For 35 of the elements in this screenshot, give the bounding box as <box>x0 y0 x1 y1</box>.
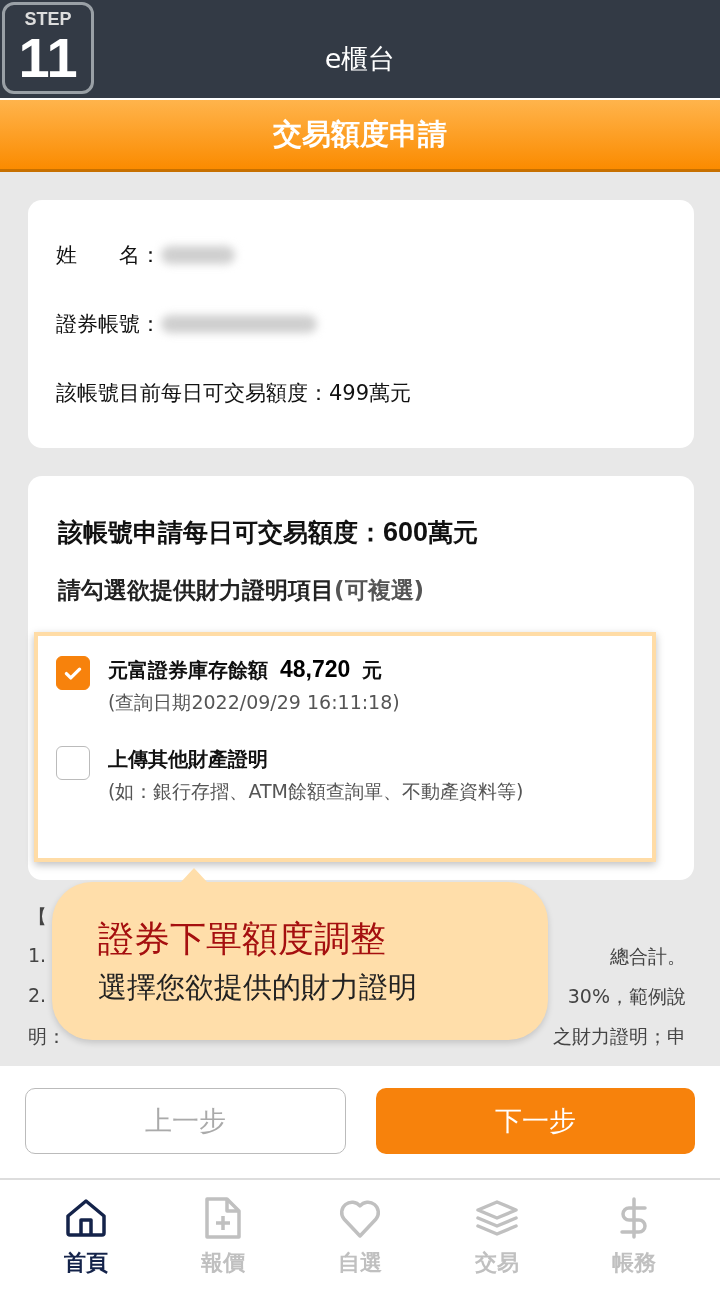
field-label: 證券帳號： <box>56 311 161 338</box>
callout-subtitle: 選擇您欲提供的財力證明 <box>98 968 418 1006</box>
nav-tab[interactable]: 自選 <box>310 1196 410 1300</box>
callout-title: 證券下單額度調整 <box>98 916 387 961</box>
amount-unit: 元 <box>362 657 383 684</box>
back-button[interactable]: 上一步 <box>25 1088 346 1154</box>
field-label: 姓 名： <box>56 241 161 269</box>
option-note: (查詢日期2022/09/29 16:11:18) <box>108 690 400 715</box>
checkbox[interactable] <box>56 656 90 690</box>
option-note: (如：銀行存摺、ATM餘額查詢單、不動產資料等) <box>108 779 524 804</box>
option-label: 上傳其他財產證明 <box>108 746 268 773</box>
step-number: 11 <box>18 30 78 86</box>
nav-tab[interactable]: 帳務 <box>583 1196 684 1300</box>
amount-value: 48,720 <box>280 656 351 683</box>
home-icon <box>64 1196 109 1240</box>
nav-tab[interactable]: 報價 <box>173 1196 274 1300</box>
checkbox[interactable] <box>56 746 90 780</box>
note-text: 1. <box>28 944 47 968</box>
note-text: 之財力證明；申 <box>553 1024 686 1049</box>
field-label: 該帳號目前每日可交易額度：499萬元 <box>56 380 412 408</box>
prompt-hint: (可複選) <box>334 577 425 603</box>
limit-text: 該帳號申請每日可交易額度：600萬元 <box>57 516 480 549</box>
note-text: 明： <box>28 1024 66 1049</box>
next-button[interactable]: 下一步 <box>376 1088 695 1154</box>
nav-tab[interactable]: 首頁 <box>36 1196 137 1300</box>
app-title: e櫃台 <box>324 42 396 76</box>
note-text: 2. <box>28 984 47 1008</box>
step-label: STEP <box>24 9 72 30</box>
nav-tab[interactable]: 交易 <box>446 1196 547 1300</box>
page-title: 交易額度申請 <box>273 115 447 153</box>
option-label: 元富證券庫存餘額 <box>108 657 268 684</box>
note-text: 30%，範例說 <box>567 984 686 1009</box>
note-text: 【 <box>28 904 47 929</box>
prompt-text: 請勾選欲提供財力證明項目 <box>58 577 334 603</box>
note-text: 總合計。 <box>610 944 686 969</box>
